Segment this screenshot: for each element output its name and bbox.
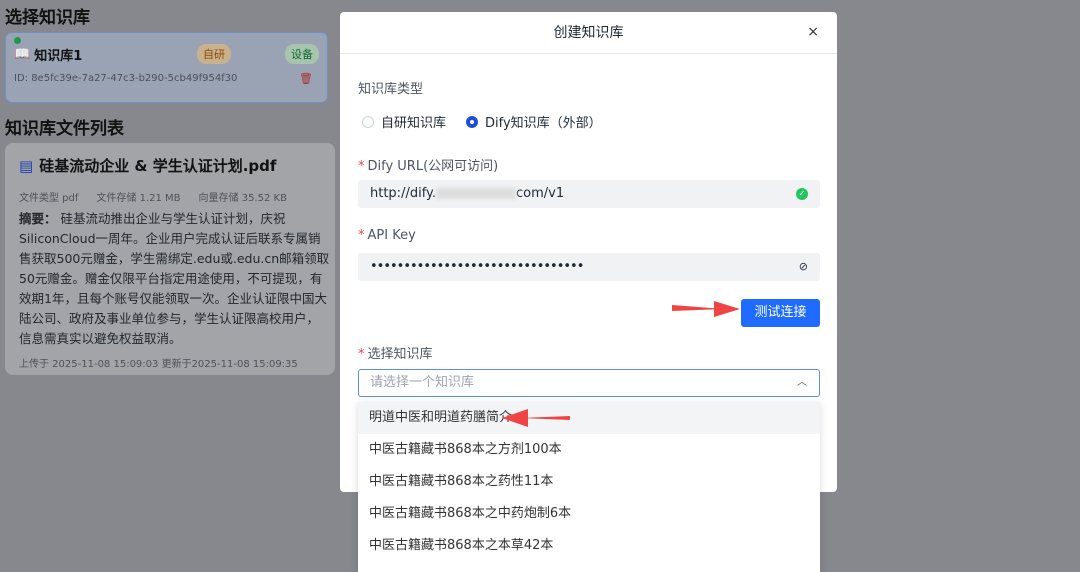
vector-storage: 向量存储 35.52 KB <box>198 193 287 204</box>
book-icon: 📖 <box>14 47 31 62</box>
kb-select-label: 选择知识库 <box>367 347 433 362</box>
api-key-value: •••••••••••••••••••••••••••••••• <box>370 259 584 274</box>
redacted-blur <box>436 188 517 199</box>
file-list-heading: 知识库文件列表 <box>5 119 124 139</box>
tag-type: 自研 <box>197 44 231 64</box>
trash-icon[interactable]: 🗑 <box>299 72 313 85</box>
file-dates: 上传于 2025-11-08 15:09:03 更新于2025-11-08 15… <box>19 359 298 370</box>
eye-off-icon[interactable]: ⊘ <box>799 253 808 281</box>
kb-id: ID: 8e5fc39e-7a27-47c3-b290-5cb49f954f30 <box>14 73 238 84</box>
tag-device: 设备 <box>285 44 319 64</box>
radio-self[interactable]: 自研知识库 <box>362 112 446 131</box>
kb-name: 知识库1 <box>34 49 83 64</box>
url-prefix: http://dify. <box>370 186 437 201</box>
radio-dify[interactable]: Dify知识库（外部） <box>466 112 602 131</box>
required-mark: * <box>358 347 365 362</box>
dropdown-option[interactable]: 中医古籍藏书868本之药性11本 <box>358 466 820 498</box>
status-dot <box>14 37 21 44</box>
file-storage: 文件存储 1.21 MB <box>96 193 181 204</box>
close-icon[interactable]: × <box>807 24 819 40</box>
kb-card[interactable]: 📖 知识库1 自研 设备 ID: 8e5fc39e-7a27-47c3-b290-… <box>5 32 328 103</box>
kb-select[interactable]: 请选择一个知识库 ︿ <box>358 369 820 397</box>
chevron-up-icon: ︿ <box>797 377 807 388</box>
select-kb-heading: 选择知识库 <box>5 8 90 28</box>
dify-url-input[interactable]: http://dify. com/v1 ✓ <box>358 180 820 208</box>
dropdown-option[interactable]: 中医古籍藏书868本之中药炮制6本 <box>358 498 820 530</box>
radio-label: Dify知识库（外部） <box>485 116 602 131</box>
dropdown-option[interactable]: 中医古籍藏书868本之方剂100本 <box>358 434 820 466</box>
annotation-arrow <box>502 409 570 427</box>
summary-text: 硅基流动推出企业与学生认证计划，庆祝SiliconCloud一周年。企业用户完成… <box>19 211 330 346</box>
api-key-label: API Key <box>367 228 416 243</box>
document-icon: ▤ <box>19 156 34 175</box>
url-label: Dify URL(公网可访问) <box>367 159 499 174</box>
dropdown-option[interactable]: 中医古籍藏书868本之本草42本 <box>358 530 820 562</box>
api-key-input[interactable]: •••••••••••••••••••••••••••••••• ⊘ <box>358 253 820 281</box>
kb-dropdown: 明道中医和明道药膳简介 中医古籍藏书868本之方剂100本 中医古籍藏书868本… <box>358 402 820 572</box>
type-label: 知识库类型 <box>358 82 424 97</box>
dropdown-option[interactable]: 明道中医和明道药膳简介 <box>358 402 820 434</box>
check-circle-icon: ✓ <box>796 188 808 200</box>
required-mark: * <box>358 159 365 174</box>
radio-label: 自研知识库 <box>381 116 447 131</box>
url-suffix: com/v1 <box>516 186 565 201</box>
radio-circle <box>362 115 374 128</box>
kb-select-placeholder: 请选择一个知识库 <box>370 375 475 390</box>
file-type: 文件类型 pdf <box>19 193 79 204</box>
modal-title: 创建知识库 <box>340 12 837 54</box>
radio-circle-checked <box>466 115 478 128</box>
file-title: 硅基流动企业 & 学生认证计划.pdf <box>39 157 277 175</box>
test-connection-button[interactable]: 测试连接 <box>741 299 820 327</box>
file-card[interactable]: ▤ 硅基流动企业 & 学生认证计划.pdf 文件类型 pdf 文件存储 1.21 M… <box>5 143 335 375</box>
required-mark: * <box>358 228 365 243</box>
summary-label: 摘要： <box>19 211 57 226</box>
annotation-arrow <box>672 301 740 317</box>
